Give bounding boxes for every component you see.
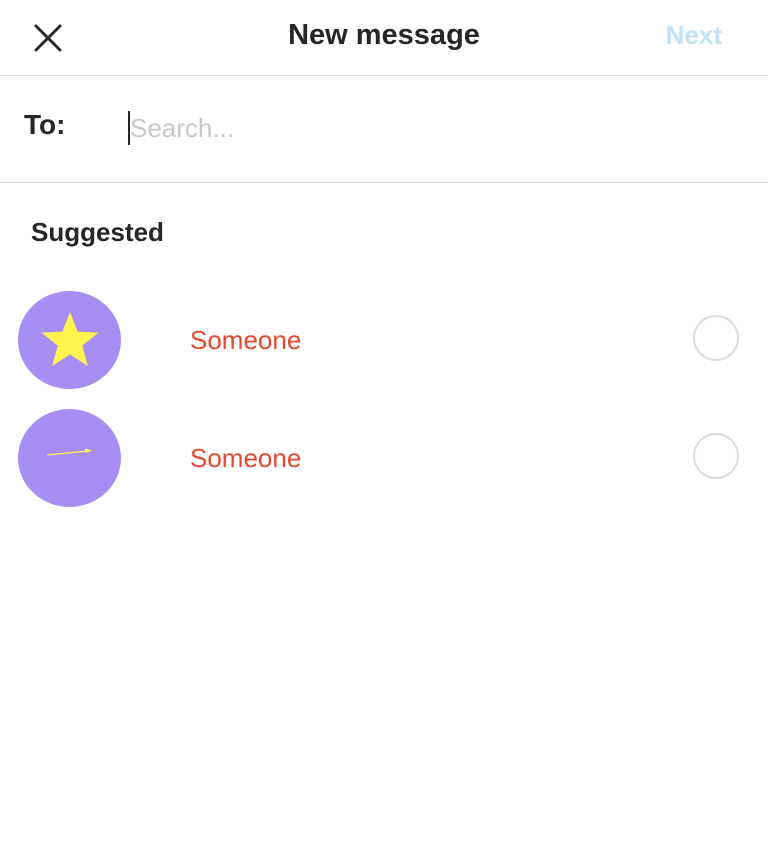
search-input[interactable] [130, 111, 680, 145]
select-radio[interactable] [693, 433, 739, 479]
select-radio[interactable] [693, 315, 739, 361]
new-message-dialog: New message Next To: Suggested Someone S… [0, 0, 768, 842]
arrow-icon [46, 448, 92, 456]
avatar [18, 409, 121, 507]
suggested-item[interactable]: Someone [0, 409, 768, 513]
search-field [128, 111, 688, 147]
star-icon [41, 312, 98, 366]
next-button[interactable]: Next [666, 20, 722, 51]
dialog-title: New message [288, 19, 480, 51]
avatar [18, 291, 121, 389]
contact-name: Someone [190, 443, 302, 473]
contact-name: Someone [190, 325, 302, 355]
recipient-row: To: [0, 76, 768, 183]
suggested-heading: Suggested [31, 217, 164, 247]
to-label: To: [24, 109, 66, 140]
suggested-item[interactable]: Someone [0, 291, 768, 395]
dialog-header: New message Next [0, 0, 768, 76]
